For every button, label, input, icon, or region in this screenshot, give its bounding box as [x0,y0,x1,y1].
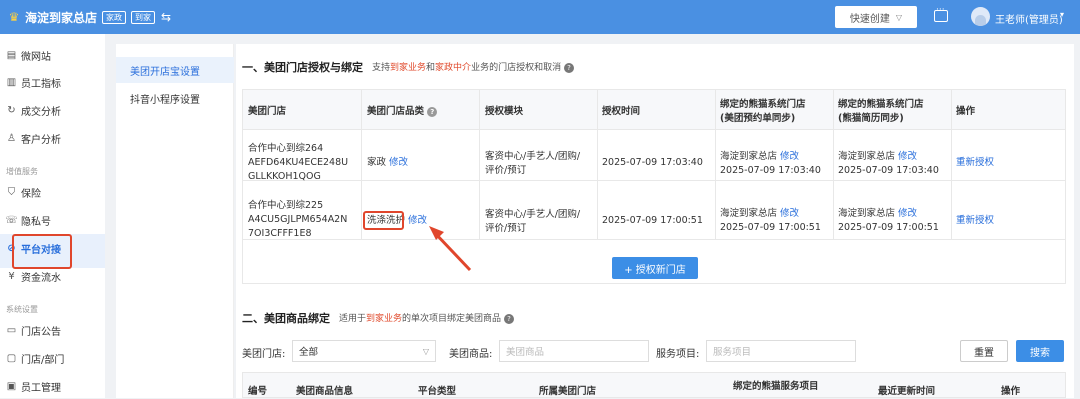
col2-id: 编号 [248,386,268,397]
main-content: 一、美团门店授权与绑定 支持到家业务和家政中介业务的门店授权和取消 ? 美团门店… [236,44,1074,398]
user-chevron-icon[interactable]: ▾ [1060,10,1064,19]
row2-bind1-edit-link[interactable]: 修改 [780,208,799,219]
row2-bind1: 海淀到家总店 修改 2025-07-09 17:00:51 [720,208,821,233]
sidebar-item-deal-analysis[interactable]: ↻ 成交分析 [6,100,61,120]
sidebar-item-store-dept[interactable]: ▢ 门店/部门 [6,348,65,368]
sidebar-item-microsite[interactable]: ▤ 微网站 [6,45,51,65]
section1-title: 一、美团门店授权与绑定 [242,61,363,74]
folder-icon: ▢ [6,352,17,364]
section-system-settings: 系统设置 [6,305,38,314]
user-icon: ♙ [7,132,16,144]
help-icon[interactable]: ? [427,106,438,117]
sidebar: ▤ 微网站 ▥ 员工指标 ↻ 成交分析 ♙ 客户分析 增值服务 ⛉ 保险 ☏ 隐… [0,34,105,398]
row2-reauthorize-link[interactable]: 重新授权 [956,214,994,228]
sidebar-item-customer-analysis[interactable]: ♙ 客户分析 [6,128,61,148]
annotation-box-sidebar [12,234,72,269]
sidebar-item-privacy-number[interactable]: ☏ 隐私号 [5,210,51,230]
help-icon[interactable]: ? [563,62,574,73]
col-bind-resume: 绑定的熊猫系统门店 (熊猫简历同步) [838,99,924,124]
filter-service-label: 服务项目: [656,349,700,360]
tag-daojia: 到家 [131,10,156,24]
shop-title[interactable]: 海淀到家总店 [25,9,97,26]
doc-icon: ▥ [6,76,17,88]
col2-goods-info: 美团商品信息 [296,386,354,397]
top-header: ♛ 海淀到家总店 家政 到家 ⇆ 快速创建 ▽ 王老师(管理员) ▾ [0,0,1080,34]
row2-bind2: 海淀到家总店 修改 2025-07-09 17:00:51 [838,208,939,233]
sidebar-item-insurance[interactable]: ⛉ 保险 [6,182,41,202]
row1-modules: 客资中心/手艺人/团购/ 评价/预订 [485,151,581,176]
col2-platform-type: 平台类型 [418,386,457,397]
chevron-down-icon: ▽ [422,346,429,356]
refresh-icon: ↻ [7,104,16,116]
staff-icon: ▣ [6,380,17,392]
message-icon[interactable] [934,5,948,22]
section2-title: 二、美团商品绑定 [242,312,330,325]
crown-logo-icon: ♛ [8,10,20,24]
sidebar-item-store-notice[interactable]: ▭ 门店公告 [6,320,61,340]
auth-table [242,89,1066,284]
board-icon: ▭ [6,324,17,336]
col-store: 美团门店 [248,106,287,117]
col-auth-time: 授权时间 [602,106,641,117]
shield-icon: ⛉ [7,186,16,198]
row1-bind2: 海淀到家总店 修改 2025-07-09 17:03:40 [838,151,939,176]
filter-goods-label: 美团商品: [449,349,493,360]
section2-note: 适用于到家业务的单次项目绑定美团商品 ? [339,311,514,324]
row2-bind2-edit-link[interactable]: 修改 [898,208,917,219]
sub-navigation: 美团开店宝设置 抖音小程序设置 [116,44,234,398]
col-bind-order: 绑定的熊猫系统门店 (美团预约单同步) [720,99,806,124]
subnav-meituan-settings[interactable]: 美团开店宝设置 [116,57,234,83]
col-modules: 授权模块 [485,106,524,117]
row2-store: 合作中心到综225 A4CU5GJLPM654A2N 7OI3CFFF1E8 [248,200,348,239]
authorize-new-store-button[interactable]: + 授权新门店 [612,257,698,279]
row2-edit-category-link[interactable]: 修改 [408,215,427,226]
section1-note: 支持到家业务和家政中介业务的门店授权和取消 ? [372,60,574,73]
col-category: 美团门店品类 ? [367,105,438,119]
filter-store-label: 美团门店: [242,349,286,360]
row1-reauthorize-link[interactable]: 重新授权 [956,156,994,170]
row1-category: 家政 修改 [367,157,409,168]
col2-updated: 最近更新时间 [878,386,936,397]
row1-bind2-edit-link[interactable]: 修改 [898,151,917,162]
sidebar-item-staff-metrics[interactable]: ▥ 员工指标 [6,72,61,92]
avatar[interactable] [971,7,990,26]
row1-bind1-edit-link[interactable]: 修改 [780,151,799,162]
service-input[interactable]: 服务项目 [706,340,856,362]
tag-jiazheng: 家政 [102,10,127,24]
row1-store: 合作中心到综264 AEFD64KU4ECE248U GLLKKOH1QOG [248,143,349,182]
store-select[interactable]: 全部 ▽ [292,340,436,362]
col2-bound-service: 绑定的熊猫服务项目 [733,381,819,392]
goods-table-header [242,372,1066,398]
row1-bind1: 海淀到家总店 修改 2025-07-09 17:03:40 [720,151,821,176]
page-icon: ▤ [6,49,17,61]
switch-store-icon[interactable]: ⇆ [161,10,171,24]
reset-button[interactable]: 重置 [960,340,1008,362]
money-icon: ¥ [8,270,15,282]
sidebar-item-fund-flow[interactable]: ¥ 资金流水 [6,266,61,286]
goods-input[interactable]: 美团商品 [499,340,649,362]
row1-auth-time: 2025-07-09 17:03:40 [602,157,703,168]
subnav-douyin-settings[interactable]: 抖音小程序设置 [116,85,234,111]
help-icon[interactable]: ? [503,313,514,324]
row1-edit-category-link[interactable]: 修改 [389,157,408,168]
user-name[interactable]: 王老师(管理员) [995,11,1063,26]
annotation-box-category [363,211,404,230]
phone-icon: ☏ [5,214,18,226]
row2-modules: 客资中心/手艺人/团购/ 评价/预订 [485,209,581,234]
search-button[interactable]: 搜索 [1016,340,1064,362]
col-action: 操作 [956,106,976,117]
quick-create-button[interactable]: 快速创建 ▽ [835,6,917,28]
chevron-down-icon: ▽ [895,12,903,22]
row2-auth-time: 2025-07-09 17:00:51 [602,215,703,226]
section-value-services: 增值服务 [6,167,38,176]
col2-store: 所属美团门店 [539,386,597,397]
col2-action: 操作 [1001,386,1021,397]
sidebar-item-staff-management[interactable]: ▣ 员工管理 [6,376,61,396]
